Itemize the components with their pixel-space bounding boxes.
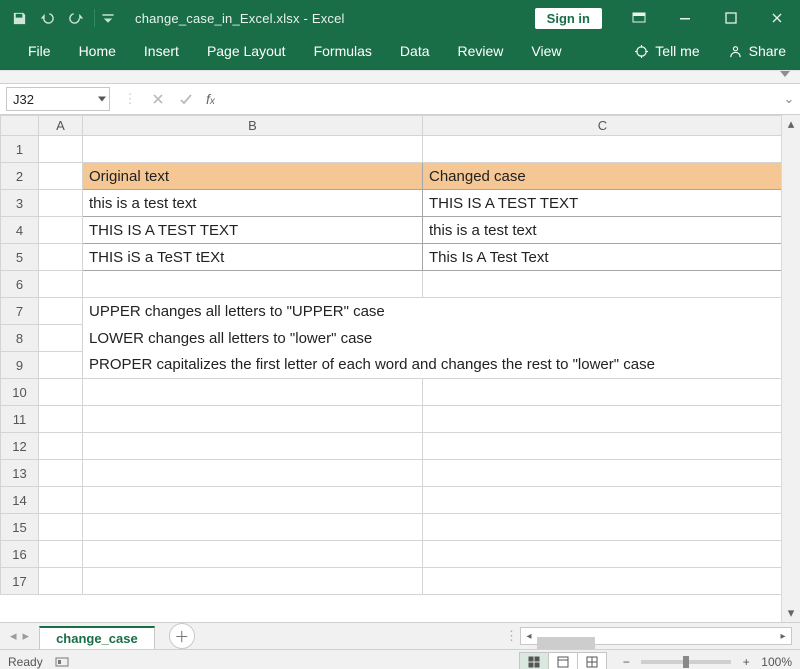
tab-home[interactable]: Home	[65, 37, 130, 69]
status-ready: Ready	[8, 655, 43, 669]
share-label: Share	[749, 43, 786, 59]
cell-b8[interactable]: LOWER changes all letters to "lower" cas…	[83, 325, 782, 352]
spreadsheet-grid[interactable]: A B C 1 2 Original text Changed case 3 t…	[0, 115, 781, 595]
cell-c5[interactable]: This Is A Test Text	[423, 244, 782, 271]
row-header[interactable]: 4	[1, 217, 39, 244]
worksheet-area: A B C 1 2 Original text Changed case 3 t…	[0, 115, 800, 622]
name-box[interactable]: J32	[6, 87, 110, 111]
tab-data[interactable]: Data	[386, 37, 444, 69]
vertical-scrollbar[interactable]: ▴ ▾	[781, 115, 800, 622]
formula-bar-row: J32 ⋮ fx ⌄	[0, 84, 800, 115]
zoom-level[interactable]: 100%	[761, 655, 792, 669]
row-header[interactable]: 12	[1, 433, 39, 460]
tab-view[interactable]: View	[517, 37, 575, 69]
sheet-tab-bar: ◂ ▸ change_case ＋ ⋮ ◂ ▸	[0, 622, 800, 649]
tab-page-layout[interactable]: Page Layout	[193, 37, 300, 69]
cell-b5[interactable]: THIS iS a TeST tEXt	[83, 244, 423, 271]
row-header[interactable]: 16	[1, 541, 39, 568]
row-header[interactable]: 10	[1, 379, 39, 406]
redo-button[interactable]	[62, 5, 88, 31]
ribbon-collapse-indicator[interactable]	[0, 71, 800, 84]
separator-icon: ⋮	[116, 91, 144, 107]
tell-me-label: Tell me	[655, 43, 699, 59]
col-header-a[interactable]: A	[39, 116, 83, 136]
zoom-control: − + 100%	[619, 655, 792, 669]
name-box-value: J32	[13, 92, 34, 107]
expand-formula-bar-button[interactable]: ⌄	[778, 84, 800, 114]
tab-file[interactable]: File	[14, 37, 65, 69]
tab-review[interactable]: Review	[444, 37, 518, 69]
scroll-down-button[interactable]: ▾	[782, 604, 800, 622]
normal-view-button[interactable]	[519, 652, 549, 669]
cell-b4[interactable]: THIS IS A TEST TEXT	[83, 217, 423, 244]
row-header[interactable]: 11	[1, 406, 39, 433]
qat-customize-button[interactable]	[101, 5, 115, 31]
header-changed-case[interactable]: Changed case	[423, 163, 782, 190]
scroll-left-button[interactable]: ◂	[521, 631, 537, 642]
maximize-button[interactable]	[708, 0, 754, 36]
titlebar: change_case_in_Excel.xlsx - Excel Sign i…	[0, 0, 800, 36]
tab-nav[interactable]: ◂ ▸	[0, 628, 39, 644]
row-header[interactable]: 3	[1, 190, 39, 217]
undo-button[interactable]	[34, 5, 60, 31]
page-break-view-button[interactable]	[578, 652, 607, 669]
ribbon-display-options-button[interactable]	[616, 0, 662, 36]
row-header[interactable]: 1	[1, 136, 39, 163]
row-header[interactable]: 9	[1, 352, 39, 379]
row-header[interactable]: 2	[1, 163, 39, 190]
tab-insert[interactable]: Insert	[130, 37, 193, 69]
page-layout-view-button[interactable]	[549, 652, 578, 669]
quick-access-toolbar	[0, 5, 115, 31]
tab-nav-prev-icon[interactable]: ◂	[8, 628, 19, 644]
sign-in-button[interactable]: Sign in	[535, 8, 602, 29]
enter-formula-button[interactable]	[172, 92, 200, 106]
horizontal-scrollbar[interactable]: ◂ ▸	[520, 627, 792, 645]
share-button[interactable]: Share	[714, 37, 800, 69]
row-header[interactable]: 5	[1, 244, 39, 271]
zoom-in-button[interactable]: +	[739, 655, 753, 669]
chevron-down-icon[interactable]	[98, 97, 106, 102]
row-header[interactable]: 17	[1, 568, 39, 595]
row-header[interactable]: 8	[1, 325, 39, 352]
cell-c3[interactable]: THIS IS A TEST TEXT	[423, 190, 782, 217]
row-header[interactable]: 15	[1, 514, 39, 541]
row-header[interactable]: 14	[1, 487, 39, 514]
sheet-tab-change-case[interactable]: change_case	[39, 626, 155, 649]
macro-record-icon[interactable]	[55, 655, 69, 669]
cell-b3[interactable]: this is a test text	[83, 190, 423, 217]
window-title: change_case_in_Excel.xlsx - Excel	[135, 11, 345, 26]
minimize-button[interactable]	[662, 0, 708, 36]
header-original-text[interactable]: Original text	[83, 163, 423, 190]
select-all-corner[interactable]	[1, 116, 39, 136]
save-button[interactable]	[6, 5, 32, 31]
row-header[interactable]: 6	[1, 271, 39, 298]
cancel-formula-button[interactable]	[144, 92, 172, 106]
cell-b7[interactable]: UPPER changes all letters to "UPPER" cas…	[83, 298, 782, 325]
cell-c4[interactable]: this is a test text	[423, 217, 782, 244]
tell-me[interactable]: Tell me	[620, 37, 713, 69]
scroll-up-button[interactable]: ▴	[782, 115, 800, 133]
zoom-slider[interactable]	[641, 660, 731, 664]
tab-nav-next-icon[interactable]: ▸	[21, 628, 32, 644]
row-header[interactable]: 13	[1, 460, 39, 487]
status-bar: Ready − + 100%	[0, 649, 800, 669]
zoom-out-button[interactable]: −	[619, 655, 633, 669]
fx-icon[interactable]: fx	[206, 91, 215, 107]
row-header[interactable]: 7	[1, 298, 39, 325]
ribbon: File Home Insert Page Layout Formulas Da…	[0, 36, 800, 71]
close-button[interactable]	[754, 0, 800, 36]
col-header-c[interactable]: C	[423, 116, 782, 136]
formula-bar-input[interactable]	[221, 84, 778, 114]
tab-formulas[interactable]: Formulas	[300, 37, 386, 69]
col-header-b[interactable]: B	[83, 116, 423, 136]
tab-split-handle[interactable]: ⋮	[505, 628, 516, 644]
view-mode-group	[519, 652, 607, 669]
scroll-right-button[interactable]: ▸	[775, 631, 791, 642]
cell-b9[interactable]: PROPER capitalizes the first letter of e…	[83, 352, 782, 379]
new-sheet-button[interactable]: ＋	[169, 623, 195, 649]
